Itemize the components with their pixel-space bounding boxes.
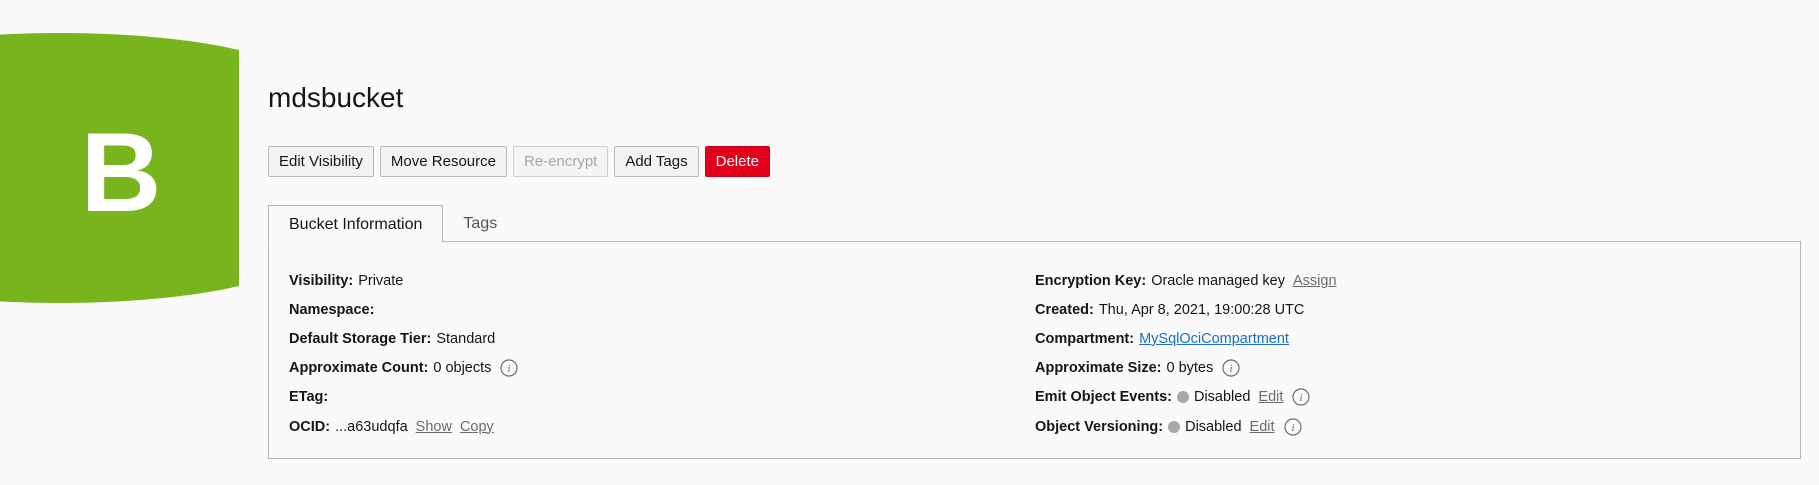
compartment-row: Compartment: MySqlOciCompartment: [1035, 324, 1337, 353]
ocid-row: OCID: ...a63udqfa Show Copy: [289, 412, 518, 441]
edit-visibility-button[interactable]: Edit Visibility: [268, 146, 374, 177]
info-column-left: Visibility: Private Namespace: Default S…: [289, 266, 519, 441]
approx-count-row: Approximate Count: 0 objects i: [289, 354, 519, 383]
info-column-right: Encryption Key: Oracle managed key Assig…: [1035, 266, 1337, 441]
etag-row: ETag:: [289, 383, 518, 412]
svg-text:i: i: [1230, 363, 1233, 375]
ocid-show-link[interactable]: Show: [416, 419, 452, 435]
info-circle-icon[interactable]: i: [1292, 388, 1311, 406]
storage-tier-value: Standard: [436, 330, 496, 347]
versioning-status: Disabled: [1185, 418, 1242, 435]
bucket-cylinder-icon: B: [0, 33, 239, 303]
storage-tier-label: Default Storage Tier:: [289, 330, 432, 347]
visibility-row: Visibility: Private: [289, 266, 518, 295]
tab-bucket-information[interactable]: Bucket Information: [268, 205, 444, 243]
namespace-row: Namespace:: [289, 295, 518, 324]
svg-text:i: i: [1291, 422, 1294, 434]
compartment-link[interactable]: MySqlOciCompartment: [1139, 331, 1289, 347]
page-title: mdsbucket: [268, 82, 404, 113]
created-row: Created: Thu, Apr 8, 2021, 19:00:28 UTC: [1035, 295, 1337, 324]
versioning-edit-link[interactable]: Edit: [1250, 419, 1275, 435]
approx-size-label: Approximate Size:: [1035, 360, 1162, 377]
encryption-key-value: Oracle managed key: [1151, 272, 1285, 289]
created-value: Thu, Apr 8, 2021, 19:00:28 UTC: [1098, 301, 1305, 318]
badge-letter: B: [81, 110, 162, 235]
tab-bar: Bucket Information Tags: [268, 205, 517, 243]
visibility-label: Visibility:: [289, 272, 354, 289]
svg-text:i: i: [508, 363, 511, 375]
delete-button[interactable]: Delete: [704, 146, 770, 177]
assign-key-link[interactable]: Assign: [1293, 273, 1337, 289]
add-tags-button[interactable]: Add Tags: [614, 146, 699, 177]
namespace-label: Namespace:: [289, 301, 375, 318]
status-dot-icon: [1168, 420, 1181, 433]
re-encrypt-button: Re-encrypt: [512, 146, 609, 177]
approx-size-value: 0 bytes: [1166, 360, 1214, 377]
info-circle-icon[interactable]: i: [1283, 417, 1302, 436]
move-resource-button[interactable]: Move Resource: [379, 146, 507, 177]
versioning-row: Object Versioning: Disabled Edit i: [1035, 412, 1337, 441]
info-circle-icon[interactable]: i: [1222, 359, 1240, 377]
ocid-label: OCID:: [289, 418, 331, 435]
action-toolbar: Edit Visibility Move Resource Re-encrypt…: [268, 146, 770, 177]
bucket-details-page: B mdsbucket Edit Visibility Move Resourc…: [0, 0, 1819, 485]
ocid-value: ...a63udqfa: [335, 418, 408, 435]
emit-events-edit-link[interactable]: Edit: [1258, 389, 1283, 405]
visibility-value: Private: [358, 272, 404, 289]
approx-size-row: Approximate Size: 0 bytes i: [1035, 354, 1337, 383]
compartment-label: Compartment:: [1035, 330, 1135, 347]
ocid-copy-link[interactable]: Copy: [460, 419, 494, 435]
encryption-key-row: Encryption Key: Oracle managed key Assig…: [1035, 266, 1337, 295]
status-dot-icon: [1176, 391, 1189, 404]
created-label: Created:: [1035, 301, 1094, 318]
encryption-key-label: Encryption Key:: [1035, 272, 1147, 289]
storage-tier-row: Default Storage Tier: Standard: [289, 324, 518, 353]
approx-count-label: Approximate Count:: [289, 360, 429, 377]
emit-events-label: Emit Object Events:: [1035, 389, 1172, 406]
emit-events-status: Disabled: [1193, 389, 1251, 406]
etag-label: ETag:: [289, 389, 329, 406]
emit-events-row: Emit Object Events: Disabled Edit i: [1035, 383, 1337, 412]
tab-tags[interactable]: Tags: [443, 205, 517, 242]
bucket-information-panel: Visibility: Private Namespace: Default S…: [268, 241, 1801, 459]
svg-text:i: i: [1300, 392, 1303, 404]
bucket-badge: B: [0, 0, 239, 336]
approx-count-value: 0 objects: [433, 360, 492, 377]
versioning-label: Object Versioning:: [1035, 418, 1164, 435]
info-circle-icon[interactable]: i: [500, 359, 519, 377]
